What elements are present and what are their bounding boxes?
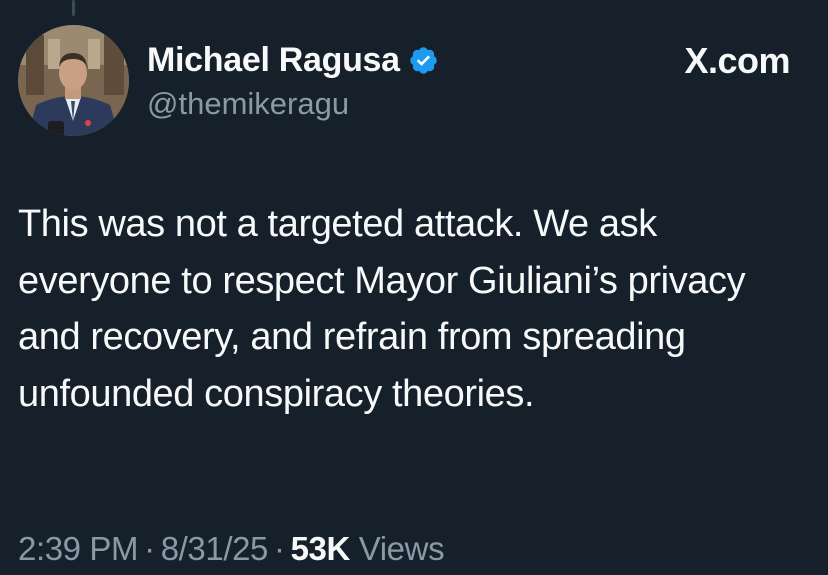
thread-connector-line	[72, 0, 75, 16]
tweet-text: This was not a targeted attack. We ask e…	[18, 203, 746, 415]
avatar[interactable]	[18, 25, 129, 136]
tweet-time[interactable]: 2:39 PM	[18, 530, 139, 567]
author-name-row: Michael Ragusa	[147, 38, 439, 82]
author-handle[interactable]: @themikeragu	[147, 86, 349, 122]
meta-separator: ·	[274, 530, 285, 567]
tweet-date[interactable]: 8/31/25	[161, 530, 269, 567]
verified-badge-icon	[408, 45, 439, 76]
profile-photo	[18, 25, 129, 136]
tweet-meta: 2:39 PM · 8/31/25 · 53K Views	[18, 530, 445, 568]
views-label: Views	[358, 530, 445, 567]
meta-separator: ·	[144, 530, 155, 567]
author-display-name[interactable]: Michael Ragusa	[147, 41, 400, 80]
site-brand-label: X.com	[684, 40, 790, 81]
views-count[interactable]: 53K	[291, 530, 351, 567]
